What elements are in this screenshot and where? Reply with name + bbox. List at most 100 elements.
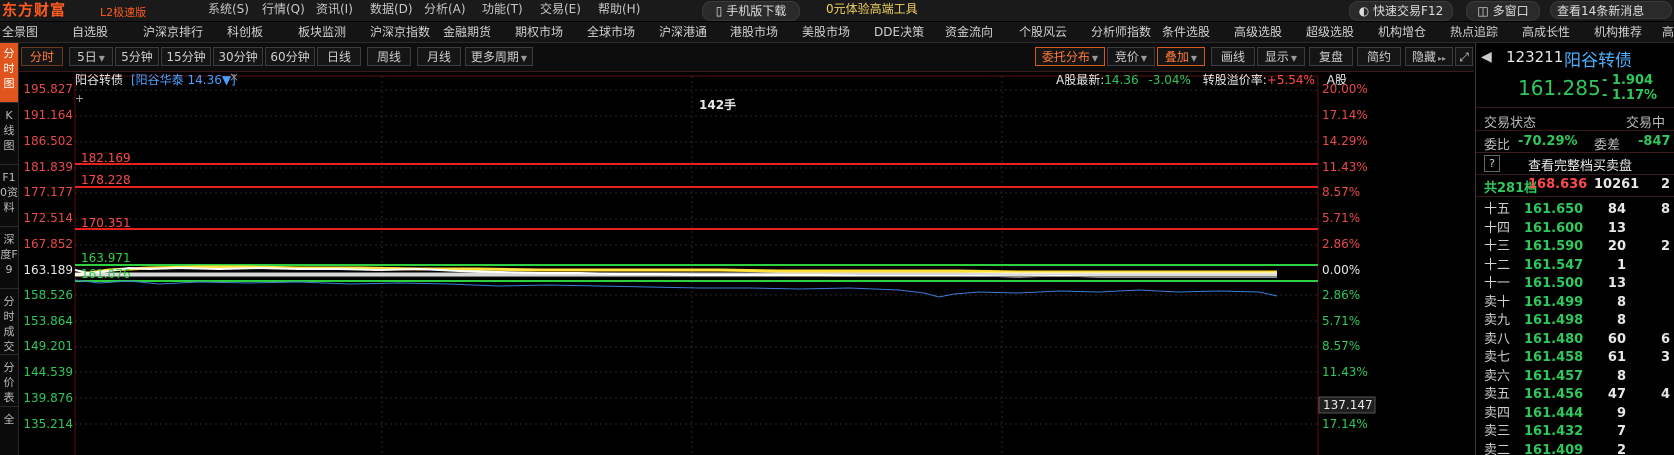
nav-global[interactable]: 全球市场 — [587, 22, 635, 42]
nav-index[interactable]: 沪深京指数 — [370, 22, 430, 42]
promo-link[interactable]: 0元体验高端工具 — [826, 0, 918, 20]
order-book: 十五 161.650 84 8 十四 161.600 13 十三 161.590 20 2 十二 161… — [1476, 199, 1674, 455]
caret-down-icon: ▼ — [1190, 54, 1198, 63]
price-change: - 1.904 — [1602, 73, 1654, 88]
period-15min-button[interactable]: 15分钟 — [161, 47, 211, 66]
close-icon[interactable]: × — [229, 70, 239, 84]
period-60min-button[interactable]: 60分钟 — [265, 47, 315, 66]
price-tick: 144.539 — [23, 365, 73, 379]
order-volume: 2 — [1616, 442, 1626, 455]
nav-stock-wind[interactable]: 个股风云 — [1019, 22, 1067, 42]
chart-canvas — [74, 75, 1376, 455]
auction-button[interactable]: 竞价 ▼ — [1107, 47, 1155, 66]
volume-label: 142手 — [699, 98, 737, 112]
nav-condition-select[interactable]: 条件选股 — [1162, 22, 1210, 42]
nav-connect[interactable]: 沪深港通 — [659, 22, 707, 42]
intraday-chart[interactable]: 阳谷转债 [阳谷华泰 14.36▼] × + A股最新:14.36 -3.04%… — [19, 70, 1474, 455]
menu-quotes[interactable]: 行情(Q) — [262, 0, 305, 20]
period-weekly-button[interactable]: 周线 — [367, 47, 411, 66]
nav-hk[interactable]: 港股市场 — [730, 22, 778, 42]
cursor-value: 137.147 — [1323, 398, 1373, 412]
news-button[interactable]: 查看14条新消息 — [1550, 1, 1672, 19]
period-30min-button[interactable]: 30分钟 — [213, 47, 263, 66]
nav-sector-monitor[interactable]: 板块监测 — [298, 22, 346, 42]
menu-function[interactable]: 功能(T) — [482, 0, 523, 20]
status-label-2: 交易中 — [1626, 116, 1666, 131]
window-icon: ◫ — [1477, 4, 1493, 18]
price-tick: 167.852 — [23, 237, 73, 251]
pct-tick: 8.57% — [1322, 185, 1361, 199]
order-book-row[interactable]: 卖二 161.409 2 — [1476, 440, 1674, 455]
stock-name-label: 阳谷转债 — [75, 73, 124, 87]
nav-watchlist[interactable]: 自选股 — [72, 22, 108, 42]
quick-trade-button[interactable]: ◐ 快速交易F12 — [1349, 1, 1453, 21]
diff-label: 委差 — [1594, 138, 1621, 153]
status-label: 交易状态 — [1484, 116, 1537, 131]
pct-tick: 20.00% — [1322, 82, 1368, 96]
price-tick: 139.876 — [23, 391, 73, 405]
hide-button[interactable]: 隐藏 ▸▸ — [1405, 47, 1453, 66]
nav-hot-track[interactable]: 热点追踪 — [1450, 22, 1498, 42]
price-tick: 172.514 — [23, 211, 73, 225]
help-icon[interactable]: ? — [1484, 155, 1500, 172]
nav-inst-recommend[interactable]: 机构推荐 — [1594, 22, 1642, 42]
overlay-tag[interactable]: [阳谷华泰 14.36▼] — [131, 71, 236, 88]
nav-dde[interactable]: DDE决策 — [874, 22, 924, 42]
nav-high-growth[interactable]: 高成长性 — [1522, 22, 1570, 42]
nav-us[interactable]: 美股市场 — [802, 22, 850, 42]
expand-icon[interactable]: ⤢ — [1455, 47, 1473, 66]
menu-system[interactable]: 系统(S) — [208, 0, 249, 20]
ref-label: 163.971 — [81, 251, 131, 265]
multi-window-button[interactable]: ◫ 多窗口 — [1466, 1, 1540, 21]
price-change-pct: - 1.17% — [1602, 88, 1658, 103]
order-distribution-button[interactable]: 委托分布 ▼ — [1035, 47, 1105, 66]
nav-options[interactable]: 期权市场 — [515, 22, 563, 42]
diff-value: -847 — [1638, 134, 1671, 149]
mobile-download-button[interactable]: ▯ 手机版下载 — [702, 1, 800, 21]
simple-mode-button[interactable]: 简约 — [1357, 47, 1401, 66]
order-price: 161.409 — [1524, 442, 1584, 455]
pct-tick: 17.14% — [1322, 108, 1368, 122]
prev-arrow-icon[interactable]: ◀ — [1481, 49, 1492, 65]
divider — [1476, 130, 1674, 131]
price-tick: 186.502 — [23, 134, 73, 148]
period-intraday-button[interactable]: 分时 — [21, 47, 63, 66]
menu-analysis[interactable]: 分析(A) — [424, 0, 466, 20]
ref-label: 182.169 — [81, 151, 131, 165]
menu-news[interactable]: 资讯(I) — [316, 0, 353, 20]
total-price: 168.636 — [1528, 177, 1588, 192]
period-more-button[interactable]: 更多周期 ▼ — [465, 47, 533, 66]
period-5day-button[interactable]: 5日 ▼ — [69, 47, 113, 66]
pct-tick: 14.29% — [1322, 134, 1368, 148]
caret-down-icon: ▼ — [1091, 54, 1099, 63]
nav-advanced-select[interactable]: 高级选股 — [1234, 22, 1282, 42]
overlay-button[interactable]: 叠加 ▼ — [1157, 47, 1205, 66]
nav-more[interactable]: 高 — [1662, 22, 1674, 42]
period-5min-button[interactable]: 5分钟 — [115, 47, 159, 66]
menu-help[interactable]: 帮助(H) — [598, 0, 640, 20]
divider — [1476, 196, 1674, 197]
stock-name: 阳谷转债 — [1564, 51, 1632, 71]
double-arrow-icon: ▸▸ — [1437, 54, 1447, 63]
price-tick: 135.214 — [23, 417, 73, 431]
nav-panorama[interactable]: 全景图 — [2, 22, 38, 42]
nav-ranking[interactable]: 沪深京排行 — [143, 22, 203, 42]
nav-analyst-index[interactable]: 分析师指数 — [1091, 22, 1151, 42]
period-monthly-button[interactable]: 月线 — [417, 47, 461, 66]
display-button[interactable]: 显示 ▼ — [1257, 47, 1305, 66]
nav-star-market[interactable]: 科创板 — [227, 22, 263, 42]
nav-financial-futures[interactable]: 金融期货 — [443, 22, 491, 42]
menu-data[interactable]: 数据(D) — [370, 0, 413, 20]
price-tick: 163.189 — [23, 263, 73, 277]
period-daily-button[interactable]: 日线 — [317, 47, 361, 66]
price-tick: 195.827 — [23, 82, 73, 96]
price-tick: 191.164 — [23, 108, 73, 122]
nav-fund-flow[interactable]: 资金流向 — [945, 22, 993, 42]
nav-super-select[interactable]: 超级选股 — [1306, 22, 1354, 42]
draw-line-button[interactable]: 画线 — [1211, 47, 1255, 66]
overlay-price-line — [74, 279, 1278, 298]
nav-inst-increase[interactable]: 机构增仓 — [1378, 22, 1426, 42]
full-book-link[interactable]: 查看完整档买卖盘 — [1528, 155, 1632, 174]
replay-button[interactable]: 复盘 — [1309, 47, 1353, 66]
menu-trade[interactable]: 交易(E) — [540, 0, 581, 20]
